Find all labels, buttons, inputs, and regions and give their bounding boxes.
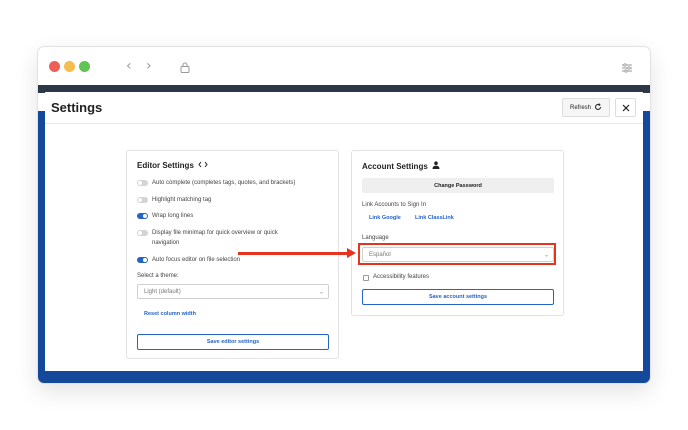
annotation-arrow-icon [347, 248, 356, 258]
language-label: Language [362, 235, 389, 241]
account-settings-panel: Account Settings Change Password Link Ac… [351, 150, 564, 316]
toggle-highlight-matching-tag[interactable] [137, 197, 148, 203]
code-icon [198, 161, 208, 170]
browser-window: ‹ › Settings Refresh Editor Settings Aut… [38, 47, 650, 383]
option-label: Display file minimap for quick overview … [152, 230, 278, 236]
refresh-label: Refresh [569, 104, 591, 111]
link-accounts-label: Link Accounts to Sign In [362, 202, 427, 208]
back-arrow-icon[interactable]: ‹ [126, 58, 132, 74]
toggle-auto-focus-editor[interactable] [137, 257, 148, 263]
language-highlight-box [358, 243, 556, 265]
close-icon [622, 99, 630, 117]
link-google-link[interactable]: Link Google [369, 215, 401, 221]
browser-titlebar: ‹ › [38, 47, 650, 85]
forward-arrow-icon[interactable]: › [146, 58, 152, 74]
theme-label: Select a theme: [137, 273, 179, 279]
modal-title: Settings [51, 100, 103, 115]
close-window-dot[interactable] [49, 61, 60, 72]
toggle-auto-complete[interactable] [137, 180, 148, 186]
chevron-down-icon: ⌄ [318, 289, 324, 295]
account-settings-title-text: Account Settings [362, 161, 428, 171]
account-settings-title: Account Settings [362, 161, 440, 171]
editor-settings-title: Editor Settings [137, 161, 208, 170]
minimize-window-dot[interactable] [64, 61, 75, 72]
modal-divider [45, 123, 643, 124]
save-editor-settings-button[interactable]: Save editor settings [137, 334, 329, 350]
settings-modal: Settings Refresh Editor Settings Auto co… [45, 92, 643, 371]
maximize-window-dot[interactable] [79, 61, 90, 72]
editor-settings-title-text: Editor Settings [137, 161, 194, 170]
theme-select[interactable]: Light (default) ⌄ [137, 284, 329, 299]
user-icon [432, 161, 440, 171]
option-label-continued: navigation [152, 240, 180, 246]
save-account-settings-button[interactable]: Save account settings [362, 289, 554, 305]
reset-column-width-link[interactable]: Reset column width [144, 311, 196, 317]
refresh-button[interactable]: Refresh [562, 98, 610, 117]
tune-icon[interactable] [622, 60, 632, 78]
option-label: Highlight matching tag [152, 197, 212, 203]
accessibility-label: Accessibility features [373, 274, 430, 280]
link-classlink-link[interactable]: Link ClassLink [415, 215, 454, 221]
option-label: Auto focus editor on file selection [152, 257, 241, 263]
toggle-wrap-long-lines[interactable] [137, 213, 148, 219]
refresh-icon [594, 102, 602, 113]
option-label: Auto complete (completes tags, quotes, a… [152, 180, 296, 186]
accessibility-checkbox[interactable] [363, 275, 369, 281]
toggle-display-minimap[interactable] [137, 230, 148, 236]
theme-select-value: Light (default) [144, 288, 181, 295]
lock-icon [180, 60, 190, 78]
option-label: Wrap long lines [152, 213, 194, 219]
annotation-arrow-line [238, 252, 349, 255]
change-password-button[interactable]: Change Password [362, 178, 554, 193]
close-modal-button[interactable] [615, 98, 636, 117]
